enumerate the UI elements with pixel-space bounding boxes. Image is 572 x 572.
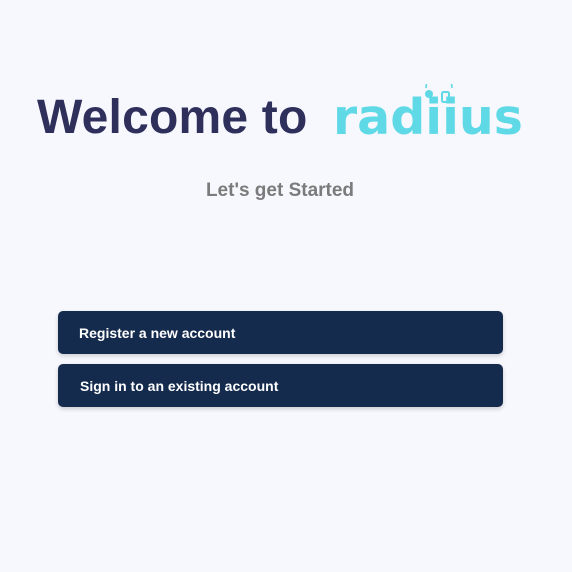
welcome-text: Welcome to bbox=[37, 91, 308, 144]
register-button[interactable]: Register a new account bbox=[58, 311, 503, 354]
subtitle: Let's get Started bbox=[205, 180, 355, 201]
register-button-label: Register a new account bbox=[79, 324, 236, 341]
signin-button-label: Sign in to an existing account bbox=[80, 377, 279, 394]
signin-button[interactable]: Sign in to an existing account bbox=[58, 364, 503, 407]
radiius-logo: radiius bbox=[333, 84, 523, 144]
welcome-page: Welcome to radiius Let's get Started Reg… bbox=[0, 0, 572, 572]
welcome-heading: Welcome to radiius bbox=[37, 84, 537, 154]
